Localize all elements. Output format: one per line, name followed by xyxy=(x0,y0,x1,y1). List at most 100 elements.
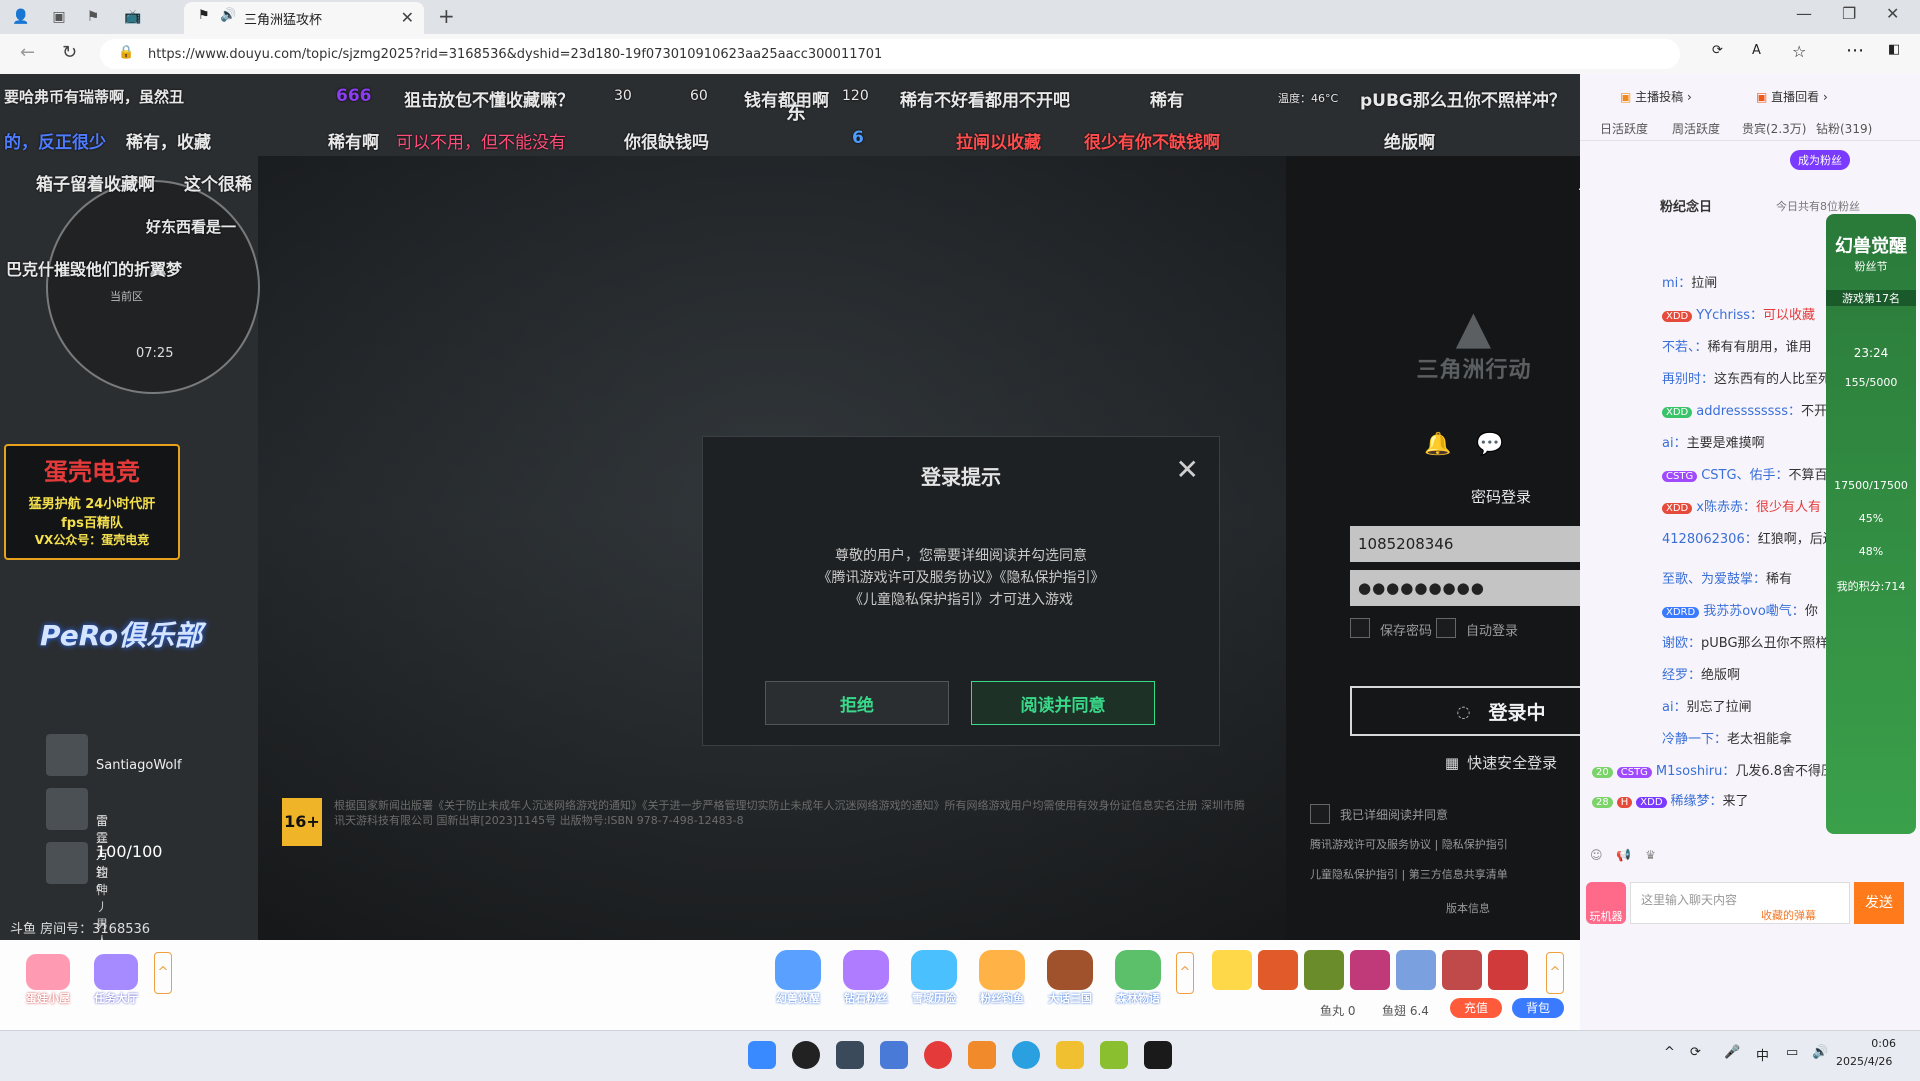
app-icon[interactable] xyxy=(968,1041,996,1069)
login-button[interactable]: ◌ 登录中 xyxy=(1350,686,1580,736)
fan-icon[interactable]: ♛ xyxy=(1645,848,1656,862)
chat-user[interactable]: M1soshiru： xyxy=(1656,764,1735,779)
egg-house-button[interactable]: 蛋娃小屋 xyxy=(20,954,76,1006)
app-icon[interactable] xyxy=(880,1041,908,1069)
terms-links[interactable]: 腾讯游戏许可及服务协议 | 隐私保护指引 xyxy=(1310,836,1508,852)
dialog-close-icon[interactable]: ✕ xyxy=(1176,453,1199,486)
volume-icon[interactable]: 🔊 xyxy=(1812,1045,1828,1060)
refresh-icon[interactable]: ↻ xyxy=(62,42,77,63)
app-icon[interactable] xyxy=(1100,1041,1128,1069)
gift-icon[interactable] xyxy=(1304,950,1344,990)
barrage-tip[interactable]: 收藏的弹幕 xyxy=(1761,907,1816,923)
chat-user[interactable]: 我苏苏ovo嘞气： xyxy=(1703,604,1805,619)
gift-icon[interactable] xyxy=(1396,950,1436,990)
expand-gifts-icon[interactable]: ^ xyxy=(1176,952,1194,994)
gift-icon[interactable] xyxy=(1258,950,1298,990)
chat-user[interactable]: x陈赤赤： xyxy=(1696,500,1756,515)
app-icon[interactable] xyxy=(792,1041,820,1069)
favorite-icon[interactable]: ☆ xyxy=(1792,42,1806,61)
chat-user[interactable]: 至歌、为爱鼓掌： xyxy=(1662,572,1766,587)
tab-vip[interactable]: 贵宾(2.3万) xyxy=(1742,120,1806,137)
dialog-message-line[interactable]: 《儿童隐私保护指引》才可进入游戏 xyxy=(703,589,1219,611)
wechat-icon[interactable]: 💬 xyxy=(1476,432,1503,457)
clock-time[interactable]: 0:06 xyxy=(1846,1037,1896,1050)
gift-icon[interactable] xyxy=(1442,950,1482,990)
tab-audio-icon[interactable]: 🔊 xyxy=(220,8,236,23)
gift-item[interactable]: 幻兽觉醒 xyxy=(768,950,828,1006)
robot-button[interactable]: 玩机器 xyxy=(1586,882,1626,924)
clock-date[interactable]: 2025/4/26 xyxy=(1836,1055,1892,1068)
chat-user[interactable]: ai： xyxy=(1662,700,1687,715)
chat-user[interactable]: 稀缘梦： xyxy=(1671,794,1723,809)
tray-chevron-icon[interactable]: ^ xyxy=(1664,1045,1675,1060)
emoji-icon[interactable]: ☺ xyxy=(1590,848,1603,862)
task-hall-button[interactable]: 任务大厅 xyxy=(88,954,144,1006)
pinned-tab-icon-2[interactable]: 📺 xyxy=(122,6,144,28)
tab-actions-icon[interactable]: ▣ xyxy=(48,6,70,28)
profile-icon[interactable]: 👤 xyxy=(10,6,32,28)
gift-item[interactable]: 钻石粉丝 xyxy=(836,950,896,1006)
gift-item[interactable]: 粉丝钓鱼 xyxy=(972,950,1032,1006)
qq-icon[interactable]: 🔔 xyxy=(1424,432,1451,457)
display-icon[interactable]: ▭ xyxy=(1786,1045,1798,1060)
mic-icon[interactable]: 🎤 xyxy=(1724,1045,1740,1060)
save-password-checkbox[interactable] xyxy=(1350,618,1370,638)
read-and-agree-button[interactable]: 阅读并同意 xyxy=(971,681,1155,725)
agree-checkbox[interactable] xyxy=(1310,804,1330,824)
tab-weekly[interactable]: 周活跃度 xyxy=(1672,120,1720,137)
gift-item[interactable]: 大话三国 xyxy=(1040,950,1100,1006)
gift-icon[interactable] xyxy=(1488,950,1528,990)
chat-user[interactable]: 4128062306： xyxy=(1662,532,1758,547)
replay-link[interactable]: ▣ 直播回看 › xyxy=(1756,88,1828,105)
expand-left-icon[interactable]: ^ xyxy=(154,952,172,994)
tab-close-icon[interactable]: ✕ xyxy=(401,8,414,27)
app-icon[interactable] xyxy=(924,1041,952,1069)
chat-user[interactable]: mi： xyxy=(1662,276,1691,291)
privacy-links[interactable]: 儿童隐私保护指引 | 第三方信息共享清单 xyxy=(1310,866,1508,882)
password-input[interactable]: ●●●●●●●●● xyxy=(1350,570,1580,606)
chat-user[interactable]: CSTG、佑手： xyxy=(1701,468,1788,483)
event-banner[interactable]: 幻兽觉醒 粉丝节 游戏第17名 23:24 155/5000 17500/175… xyxy=(1826,214,1916,834)
version-info-link[interactable]: 版本信息 xyxy=(1446,900,1490,916)
gift-item[interactable]: 雪域历险 xyxy=(904,950,964,1006)
backpack-button[interactable]: 背包 xyxy=(1512,998,1564,1018)
tab-diamond-fans[interactable]: 钻粉(319) xyxy=(1816,120,1872,137)
edge-icon[interactable] xyxy=(1012,1041,1040,1069)
back-icon[interactable]: ← xyxy=(20,42,35,63)
gift-item[interactable]: 森林物语 xyxy=(1108,950,1168,1006)
start-icon[interactable] xyxy=(748,1041,776,1069)
chat-user[interactable]: 经罗： xyxy=(1662,668,1701,683)
chat-user[interactable]: 冷静一下： xyxy=(1662,732,1727,747)
auto-login-checkbox[interactable] xyxy=(1436,618,1456,638)
speaker-icon[interactable]: 📢 xyxy=(1616,848,1631,862)
expand-paid-gifts-icon[interactable]: ^ xyxy=(1546,952,1564,994)
pinned-tab-icon[interactable]: ⚑ xyxy=(82,6,104,28)
recharge-button[interactable]: 充值 xyxy=(1450,998,1502,1018)
quick-login-button[interactable]: ▦ 快速安全登录 xyxy=(1350,752,1580,773)
gift-icon[interactable] xyxy=(1350,950,1390,990)
refuse-button[interactable]: 拒绝 xyxy=(765,681,949,725)
app-icon[interactable] xyxy=(836,1041,864,1069)
network-icon[interactable]: ⟳ xyxy=(1690,1045,1701,1060)
lock-icon[interactable]: 🔒 xyxy=(118,45,134,60)
app-icon[interactable] xyxy=(1056,1041,1084,1069)
chat-user[interactable]: YYchriss： xyxy=(1696,308,1763,323)
anchor-submit-link[interactable]: ▣ 主播投稿 › xyxy=(1620,88,1692,105)
translate-icon[interactable]: ⟳ xyxy=(1712,43,1723,58)
chat-user[interactable]: 谢欧： xyxy=(1662,636,1701,651)
dialog-message-line[interactable]: 《腾讯游戏许可及服务协议》《隐私保护指引》 xyxy=(703,567,1219,589)
stream-video[interactable]: 16+ 根据国家新闻出版署《关于防止未成年人沉迷网络游戏的通知》《关于进一步严格… xyxy=(0,74,1580,940)
chat-user[interactable]: ai： xyxy=(1662,436,1687,451)
restore-button[interactable]: ❐ xyxy=(1842,4,1856,23)
read-aloud-icon[interactable]: A xyxy=(1752,43,1761,58)
tab-daily[interactable]: 日活跃度 xyxy=(1600,120,1648,137)
chat-user[interactable]: 不若、： xyxy=(1662,340,1708,355)
new-tab-button[interactable]: + xyxy=(438,4,455,28)
become-fan-button[interactable]: 成为粉丝 xyxy=(1790,150,1850,170)
account-input[interactable]: 1085208346 xyxy=(1350,526,1580,562)
delta-force-icon[interactable] xyxy=(1144,1041,1172,1069)
send-button[interactable]: 发送 xyxy=(1854,882,1904,924)
ime-indicator[interactable]: 中 xyxy=(1756,1045,1769,1064)
active-tab[interactable]: ⚑ 🔊 三角洲猛攻杯 ✕ xyxy=(184,2,424,34)
chat-user[interactable]: addressssssss： xyxy=(1696,404,1801,419)
